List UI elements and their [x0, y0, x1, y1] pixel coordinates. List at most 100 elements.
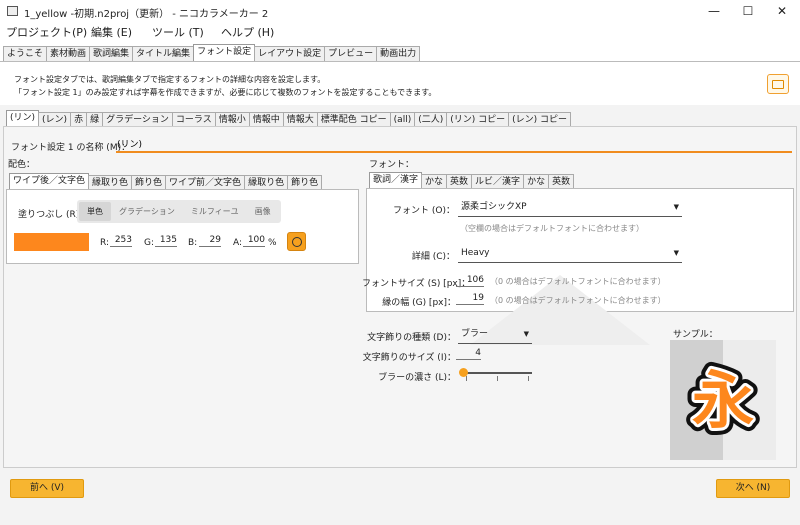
sample-glyph-render: 永 永 永 [685, 340, 776, 460]
font-face-dropdown[interactable]: 源柔ゴシックXP ▼ [458, 199, 682, 217]
color-label: 配色： [8, 160, 36, 170]
tab-font-red[interactable]: 赤 [70, 112, 88, 127]
font-face-value: 源柔ゴシックXP [461, 202, 527, 212]
fill-mode-millefeuille[interactable]: ミルフィーユ [183, 202, 247, 221]
tab-before-wipe-text-color[interactable]: ワイプ前／文字色 [165, 175, 246, 190]
font-name-label: フォント設定 1 の名称 (M)： [11, 143, 131, 153]
tab-after-wipe-deco-color[interactable]: 飾り色 [131, 175, 167, 190]
font-category-tabs: 歌詞／漢字 かな 英数 ルビ／漢字 かな 英数 [369, 172, 575, 189]
decoration-size-label: 文字飾りのサイズ (I)： [362, 353, 456, 363]
font-weight-value: Heavy [461, 248, 490, 258]
color-palette-button[interactable] [287, 232, 306, 251]
tab-before-wipe-edge-color[interactable]: 縁取り色 [244, 175, 289, 190]
color-tabs: ワイプ後／文字色 縁取り色 飾り色 ワイプ前／文字色 縁取り色 飾り色 [9, 173, 323, 190]
tab-ruby-kanji[interactable]: ルビ／漢字 [471, 174, 525, 189]
tab-font-info-small[interactable]: 情報小 [214, 112, 250, 127]
menu-edit[interactable]: 編集 (E) [91, 24, 132, 40]
r-label: R: [100, 238, 110, 248]
font-face-label: フォント (O)： [393, 206, 455, 216]
tab-lyrics-kana[interactable]: かな [421, 174, 448, 189]
sample-glyph: 永 [692, 364, 754, 437]
tab-before-wipe-deco-color[interactable]: 飾り色 [287, 175, 323, 190]
decoration-type-value: ブラー [461, 329, 489, 339]
fill-mode-image[interactable]: 画像 [247, 202, 279, 221]
tab-lyrics-kanji[interactable]: 歌詞／漢字 [369, 172, 423, 189]
blur-strength-slider-thumb[interactable] [459, 368, 468, 377]
decoration-type-dropdown[interactable]: ブラー ▼ [458, 326, 532, 344]
main-tabs: ようこそ 素材動画 歌詞編集 タイトル編集 フォント設定 レイアウト設定 プレビ… [3, 44, 421, 61]
color-swatch[interactable] [14, 233, 89, 251]
slider-tick [528, 376, 529, 381]
a-label: A: [233, 238, 243, 248]
font-size-label: フォントサイズ (S) [px]： [362, 279, 471, 289]
description-line-2: 「フォント設定 1」のみ設定すれば字幕を作成できますが、必要に応じて複数のフォン… [14, 88, 437, 97]
font-weight-dropdown[interactable]: Heavy ▼ [458, 245, 682, 263]
fill-mode-gradation[interactable]: グラデーション [111, 202, 183, 221]
b-value[interactable]: 29 [199, 235, 221, 247]
open-folder-button[interactable] [767, 74, 789, 94]
tab-font-settings[interactable]: フォント設定 [193, 44, 256, 61]
slider-tick [466, 376, 467, 381]
tab-font-gradation[interactable]: グラデーション [102, 112, 173, 127]
chevron-down-icon: ▼ [523, 330, 529, 338]
close-button[interactable]: ✕ [765, 0, 799, 22]
a-unit: % [268, 238, 277, 248]
tab-after-wipe-text-color[interactable]: ワイプ後／文字色 [9, 173, 90, 190]
tab-font-rin[interactable]: (リン) [6, 110, 40, 127]
tab-lyrics-edit[interactable]: 歌詞編集 [89, 46, 134, 61]
g-label: G: [144, 238, 155, 248]
maximize-button[interactable]: ☐ [731, 0, 765, 22]
next-button[interactable]: 次へ (N) [716, 479, 790, 498]
font-set-tabs: (リン) (レン) 赤 緑 グラデーション コーラス 情報小 情報中 情報大 標… [6, 110, 572, 127]
g-value[interactable]: 135 [155, 235, 177, 247]
fill-mode-selector: 単色 グラデーション ミルフィーユ 画像 [77, 200, 281, 223]
tab-after-wipe-edge-color[interactable]: 縁取り色 [88, 175, 133, 190]
tab-font-ren[interactable]: (レン) [38, 112, 72, 127]
font-size-value[interactable]: 106 [456, 275, 484, 287]
menu-help[interactable]: ヘルプ (H) [221, 24, 274, 40]
palette-icon [292, 237, 302, 247]
tab-lyrics-alnum[interactable]: 英数 [446, 174, 473, 189]
edge-width-label: 縁の幅 (G) [px]： [382, 298, 456, 308]
tab-font-green[interactable]: 緑 [86, 112, 104, 127]
sample-preview: 永 永 永 [670, 340, 776, 460]
window-title: 1_yellow -初期.n2proj（更新） - ニコカラメーカー 2 [24, 9, 269, 20]
font-name-input[interactable] [116, 136, 792, 153]
prev-button[interactable]: 前へ (V) [10, 479, 84, 498]
tab-font-chorus[interactable]: コーラス [171, 112, 216, 127]
blur-strength-slider[interactable] [464, 372, 532, 374]
chevron-down-icon: ▼ [673, 203, 679, 211]
minimize-button[interactable]: — [697, 0, 731, 22]
tab-font-info-medium[interactable]: 情報中 [248, 112, 284, 127]
tab-font-info-large[interactable]: 情報大 [282, 112, 318, 127]
tab-font-all[interactable]: (all) [389, 112, 416, 127]
blur-strength-label: ブラーの濃さ (L)： [378, 373, 456, 383]
app-icon [7, 6, 18, 16]
menu-project[interactable]: プロジェクト(P) [6, 24, 87, 40]
tab-source-video[interactable]: 素材動画 [46, 46, 91, 61]
font-face-hint: （空欄の場合はデフォルトフォントに合わせます） [460, 224, 644, 233]
fill-mode-solid[interactable]: 単色 [79, 202, 111, 221]
tab-ruby-alnum[interactable]: 英数 [548, 174, 575, 189]
font-label: フォント： [369, 160, 415, 170]
tab-font-rin-copy[interactable]: (リン) コピー [446, 112, 510, 127]
font-size-hint: （0 の場合はデフォルトフォントに合わせます） [490, 277, 666, 286]
tab-ruby-kana[interactable]: かな [523, 174, 550, 189]
menu-bar: プロジェクト(P) 編集 (E) ツール (T) ヘルプ (H) [0, 22, 800, 40]
decoration-size-value[interactable]: 4 [456, 348, 481, 360]
r-value[interactable]: 253 [110, 235, 132, 247]
a-value[interactable]: 100 [243, 235, 265, 247]
tab-font-duo[interactable]: (二人) [414, 112, 448, 127]
tab-font-ren-copy[interactable]: (レン) コピー [508, 112, 572, 127]
tab-preview[interactable]: プレビュー [324, 46, 378, 61]
folder-icon [772, 80, 784, 89]
tab-layout-settings[interactable]: レイアウト設定 [254, 46, 326, 61]
tab-font-standard-copy[interactable]: 標準配色 コピー [316, 112, 391, 127]
tab-title-edit[interactable]: タイトル編集 [132, 46, 195, 61]
sample-label: サンプル： [673, 330, 718, 340]
tab-video-output[interactable]: 動画出力 [376, 46, 421, 61]
tab-welcome[interactable]: ようこそ [3, 46, 48, 61]
edge-width-value[interactable]: 19 [456, 293, 484, 305]
title-bar: 1_yellow -初期.n2proj（更新） - ニコカラメーカー 2 — ☐… [0, 0, 800, 22]
menu-tools[interactable]: ツール (T) [152, 24, 204, 40]
